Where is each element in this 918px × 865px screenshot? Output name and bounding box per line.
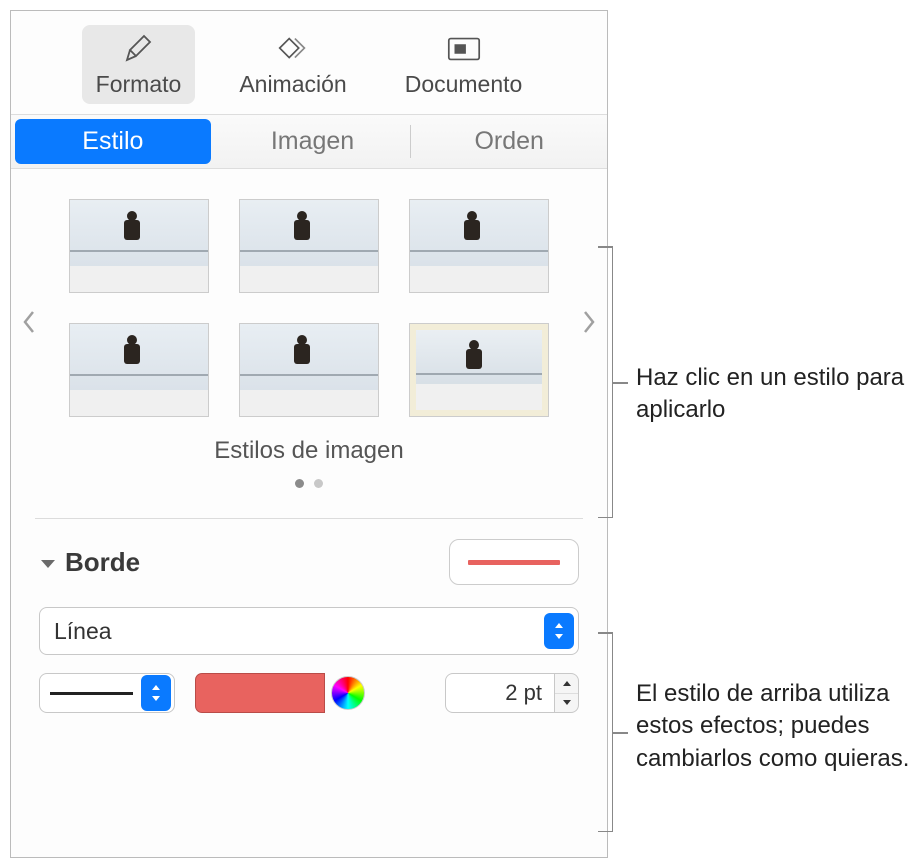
line-style-select[interactable] xyxy=(39,673,175,713)
tab-animacion-label: Animación xyxy=(239,71,346,98)
style-thumb-2[interactable] xyxy=(239,199,379,293)
pager-dot-2[interactable] xyxy=(314,479,323,488)
border-style-preview-button[interactable] xyxy=(449,539,579,585)
subtab-estilo-label: Estilo xyxy=(82,127,143,156)
stepper-up-button[interactable] xyxy=(555,674,578,694)
border-type-select[interactable]: Línea xyxy=(39,607,579,655)
tab-documento-label: Documento xyxy=(405,71,523,98)
border-title-label: Borde xyxy=(65,547,140,578)
border-section: Borde Línea xyxy=(11,539,607,733)
stepper-buttons xyxy=(555,673,579,713)
style-thumb-4[interactable] xyxy=(69,323,209,417)
tab-animacion[interactable]: Animación xyxy=(225,25,360,104)
style-thumb-3[interactable] xyxy=(409,199,549,293)
callout-bottom: El estilo de arriba utiliza estos efecto… xyxy=(636,678,912,775)
border-section-header: Borde xyxy=(39,539,579,585)
border-color-swatch[interactable] xyxy=(195,673,325,713)
callout-bracket-bottom xyxy=(612,632,613,832)
image-styles-caption: Estilos de imagen xyxy=(35,437,583,465)
subtab-orden-label: Orden xyxy=(474,127,543,156)
format-inspector-panel: Formato Animación Documento Estilo xyxy=(10,10,608,858)
styles-prev-chevron-icon[interactable] xyxy=(21,309,37,342)
styles-pager xyxy=(35,479,583,488)
pager-dot-1[interactable] xyxy=(295,479,304,488)
stepper-down-button[interactable] xyxy=(555,694,578,713)
tab-formato[interactable]: Formato xyxy=(82,25,196,104)
popup-arrows-icon xyxy=(544,613,574,649)
popup-arrows-icon xyxy=(141,675,171,711)
subtab-imagen[interactable]: Imagen xyxy=(215,115,411,168)
border-disclosure-toggle[interactable]: Borde xyxy=(39,547,140,578)
image-styles-grid xyxy=(35,199,583,417)
border-width-input[interactable]: 2 pt xyxy=(445,673,555,713)
separator xyxy=(35,518,583,519)
line-style-preview xyxy=(50,692,133,695)
style-thumb-1[interactable] xyxy=(69,199,209,293)
border-width-value: 2 pt xyxy=(505,680,542,705)
border-preview-line xyxy=(468,560,560,565)
format-sub-tabs: Estilo Imagen Orden xyxy=(11,115,607,169)
style-thumb-6[interactable] xyxy=(409,323,549,417)
border-controls-row: 2 pt xyxy=(39,673,579,713)
tab-documento[interactable]: Documento xyxy=(391,25,537,104)
chevron-down-icon xyxy=(39,547,57,578)
border-width-stepper: 2 pt xyxy=(445,673,579,713)
subtab-orden[interactable]: Orden xyxy=(411,115,607,168)
diamond-stack-icon xyxy=(274,31,312,67)
callout-bracket-top xyxy=(612,246,613,518)
tab-formato-label: Formato xyxy=(96,71,182,98)
style-thumb-5[interactable] xyxy=(239,323,379,417)
styles-next-chevron-icon[interactable] xyxy=(581,309,597,342)
subtab-imagen-label: Imagen xyxy=(271,127,354,156)
paintbrush-icon xyxy=(119,31,157,67)
border-type-value: Línea xyxy=(54,618,112,645)
inspector-tabs: Formato Animación Documento xyxy=(11,11,607,115)
slide-icon xyxy=(445,31,483,67)
subtab-estilo[interactable]: Estilo xyxy=(15,119,211,164)
image-styles-area: Estilos de imagen xyxy=(11,169,607,518)
callout-top: Haz clic en un estilo para aplicarlo xyxy=(636,362,906,427)
color-wheel-icon[interactable] xyxy=(331,676,365,710)
border-color-control xyxy=(195,673,365,713)
